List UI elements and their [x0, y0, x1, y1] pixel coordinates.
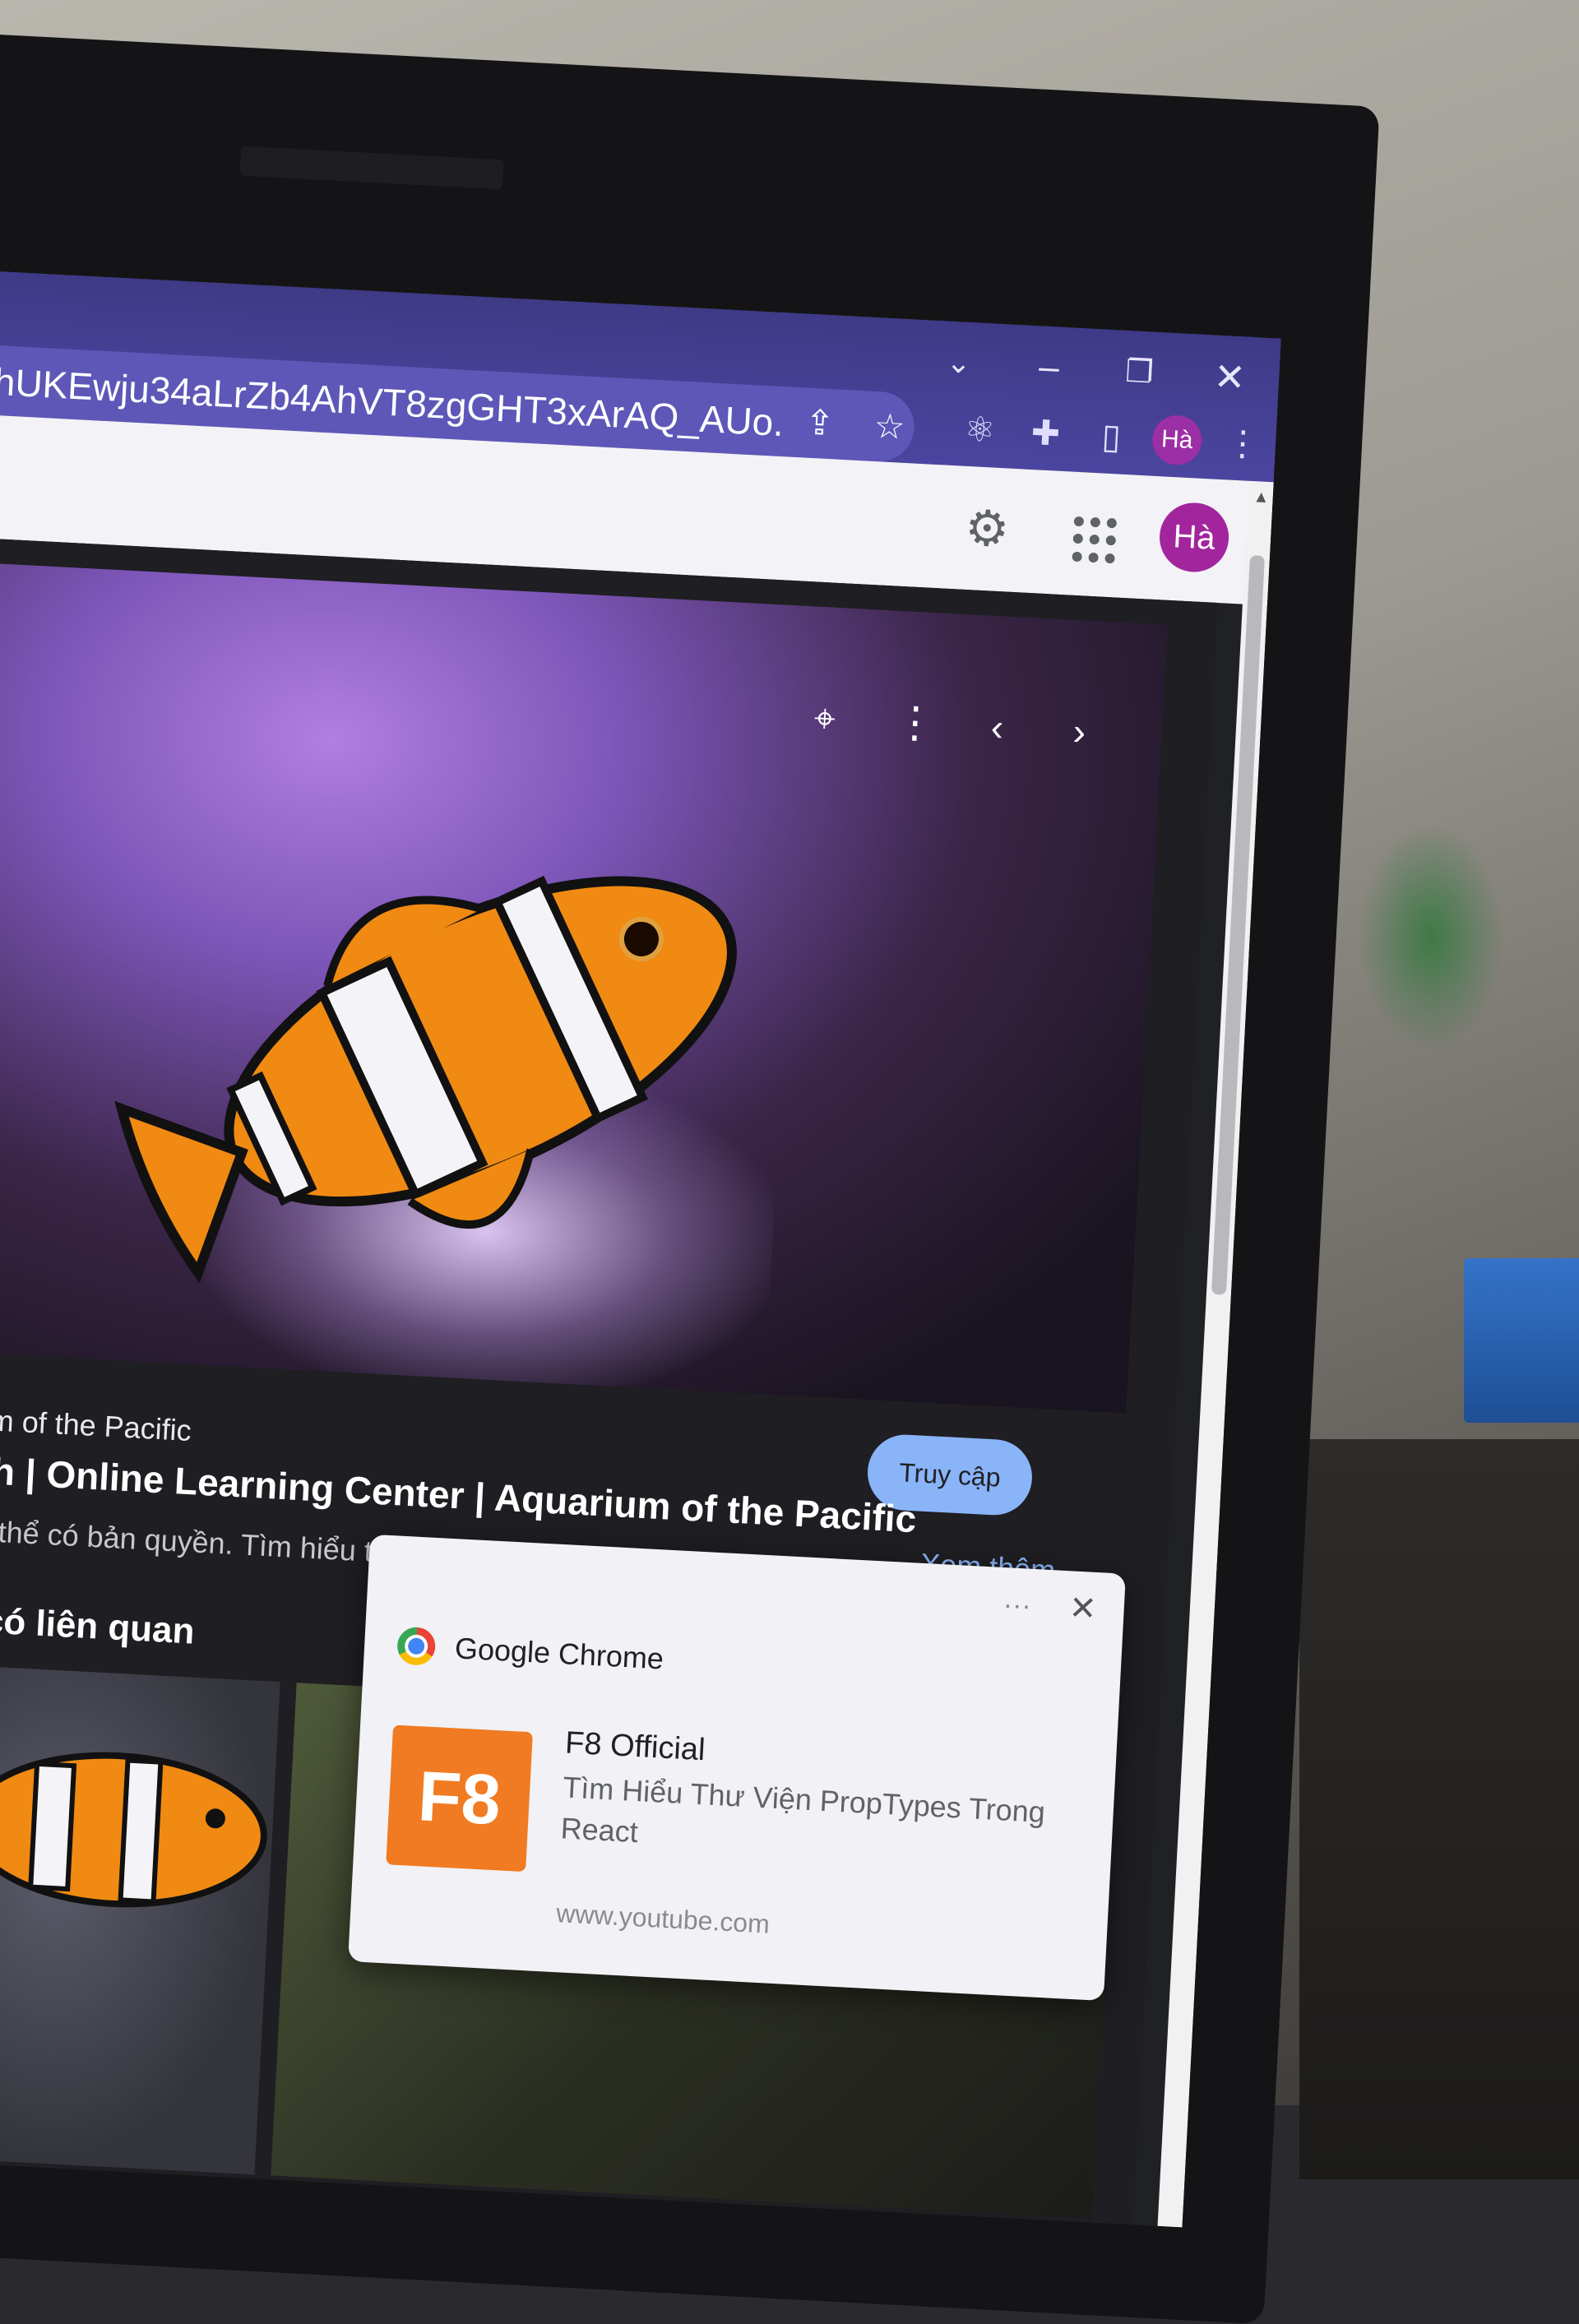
notification-source: www.youtube.com [555, 1898, 771, 1939]
profile-avatar[interactable]: Hà [1151, 414, 1203, 466]
more-vertical-icon[interactable]: ⋮ [881, 688, 950, 757]
lens-icon[interactable]: ⌖ [790, 683, 859, 752]
gear-icon[interactable]: ⚙ [956, 498, 1017, 559]
chevron-down-icon[interactable]: ⌄ [933, 337, 984, 389]
preview-image[interactable]: ⌖ ⋮ ‹ › [0, 562, 1168, 1414]
chrome-icon [396, 1626, 437, 1666]
scroll-up-arrow-icon[interactable]: ▲ [1253, 488, 1270, 507]
kebab-menu-icon[interactable]: ⋮ [1217, 418, 1269, 470]
clownfish-image [114, 875, 737, 1284]
chevron-left-icon[interactable]: ‹ [963, 692, 1032, 762]
notification-title: F8 Official [564, 1725, 706, 1768]
star-icon[interactable]: ☆ [864, 400, 915, 452]
f8-logo: F8 [386, 1724, 533, 1873]
minimize-icon[interactable]: – [1023, 341, 1075, 393]
share-icon[interactable]: ⇪ [794, 397, 845, 449]
restore-icon[interactable]: ❐ [1114, 346, 1165, 398]
puzzle-icon[interactable]: ✚ [1020, 407, 1072, 459]
desktop-notification[interactable]: ··· ✕ Google Chrome F8 F8 Official Tìm H… [348, 1534, 1126, 2002]
apps-grid-icon[interactable] [1059, 504, 1120, 565]
clownfish-thumbnail-image [0, 1752, 267, 1908]
notification-app-name: Google Chrome [454, 1631, 665, 1676]
background-box [1464, 1258, 1579, 1423]
account-avatar[interactable]: Hà [1157, 501, 1231, 574]
bezel-notch [239, 146, 504, 190]
background-desk [1299, 1439, 1579, 2179]
react-icon[interactable]: ⚛ [954, 404, 1006, 456]
notification-more-button[interactable]: ··· [992, 1583, 1044, 1627]
background-plant [1357, 822, 1505, 1053]
related-images-heading: nh có liên quan [0, 1598, 196, 1652]
side-panel-icon[interactable]: ▯ [1086, 410, 1137, 462]
close-icon[interactable]: ✕ [1061, 1587, 1104, 1631]
close-icon[interactable]: ✕ [1204, 351, 1256, 403]
laptop-screen: ⌄ – ❐ ✕ hUKEwju34aLrZb4AhVT8zgGHT3xArAQ_… [0, 271, 1281, 2228]
chevron-right-icon[interactable]: › [1044, 697, 1114, 766]
related-image-thumbnail[interactable] [0, 1663, 280, 2175]
notification-body: Tìm Hiểu Thư Viện PropTypes Trong React [559, 1770, 1046, 1849]
